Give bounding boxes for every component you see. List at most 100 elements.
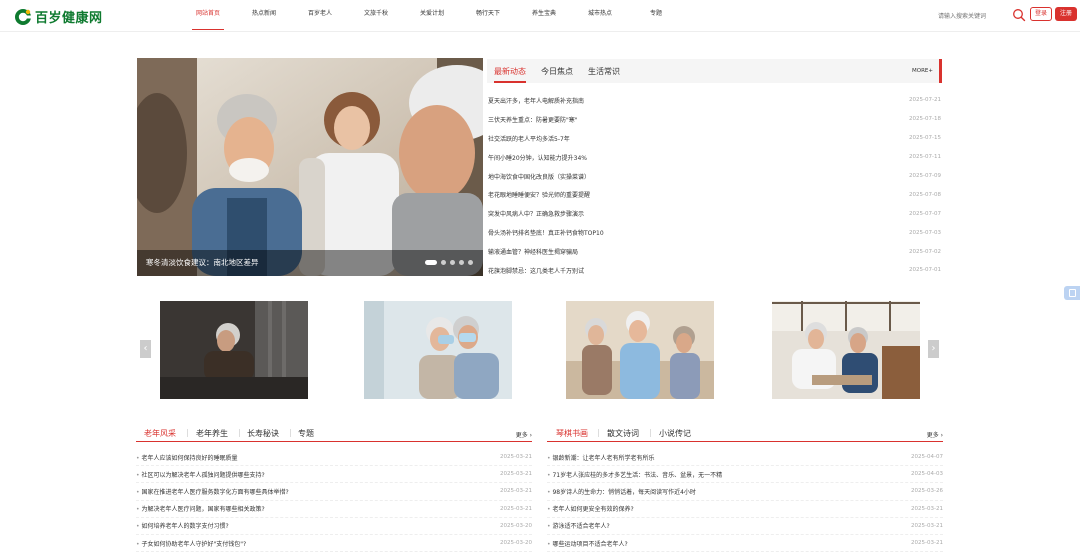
- carousel-thumbnail[interactable]: [364, 301, 512, 399]
- list-item[interactable]: 银龄新潮：让老年人老有所学老有所乐 2025-04-07: [547, 449, 943, 467]
- section-more-link[interactable]: 更多 ›: [516, 430, 532, 439]
- article-title[interactable]: 银龄新潮：让老年人老有所学老有所乐: [547, 453, 654, 462]
- list-item[interactable]: 哪些运动项目不适合老年人? 2025-03-21: [547, 535, 943, 552]
- article-date: 2025-03-20: [500, 522, 532, 529]
- list-item[interactable]: 花旗泡脚禁忌：这几类老人千万别试 2025-07-01: [488, 261, 942, 280]
- slider-dot[interactable]: [459, 260, 464, 265]
- list-item[interactable]: 午间小睡20分钟，认知能力提升34% 2025-07-11: [488, 148, 942, 167]
- slider-dot[interactable]: [450, 260, 455, 265]
- tab-arts[interactable]: 琴棋书画: [556, 428, 588, 439]
- nav-item-travel[interactable]: 畅行天下: [460, 0, 516, 32]
- article-title[interactable]: 71岁老人张应桂的多才多艺生活：书法、音乐、盆景，无一不精: [547, 470, 722, 479]
- search-input[interactable]: [938, 10, 1008, 22]
- site-header: 百岁健康网 网站首页 热点新闻 百岁老人 文旅千秋 关爱计划 畅行天下 养生宝典…: [0, 0, 1080, 32]
- list-item[interactable]: 71岁老人张应桂的多才多艺生活：书法、音乐、盆景，无一不精 2025-04-03: [547, 466, 943, 484]
- floating-feedback-button[interactable]: [1064, 286, 1080, 300]
- list-item[interactable]: 如何培养老年人的数字支付习惯? 2025-03-20: [136, 518, 532, 535]
- tab-today-focus[interactable]: 今日焦点: [541, 66, 573, 77]
- carousel-prev-button[interactable]: ‹: [140, 340, 151, 358]
- list-item[interactable]: 游泳适不适合老年人? 2025-03-21: [547, 518, 943, 535]
- news-title[interactable]: 输液通血管？神经科医生揭穿骗局: [488, 247, 578, 256]
- news-date: 2025-07-02: [909, 248, 941, 255]
- list-item[interactable]: 地中海饮食中国化改良版（实操菜谱） 2025-07-09: [488, 167, 942, 186]
- article-title[interactable]: 老年人应该如何保持良好的睡眠质量: [136, 453, 237, 462]
- section-senior-style: 老年风采 老年养生 长寿秘诀 专题 更多 › 老年人应该如何保持良好的睡眠质量 2…: [136, 424, 532, 552]
- article-date: 2025-03-26: [911, 488, 943, 495]
- list-item[interactable]: 98岁诗人的生命力：悄悄话着，每天阅读写作近4小时 2025-03-26: [547, 483, 943, 501]
- nav-item-centenarians[interactable]: 百岁老人: [292, 0, 348, 32]
- article-title[interactable]: 国家在推进老年人医疗服务数字化方面有哪些具体举措?: [136, 487, 288, 496]
- tab-divider: [290, 429, 291, 437]
- article-title[interactable]: 哪些运动项目不适合老年人?: [547, 539, 627, 548]
- list-item[interactable]: 国家在推进老年人医疗服务数字化方面有哪些具体举措? 2025-03-21: [136, 483, 532, 501]
- list-item[interactable]: 三伏天养生重点：防暑更要防"寒" 2025-07-18: [488, 110, 942, 129]
- nav-item-care-plan[interactable]: 关爱计划: [404, 0, 460, 32]
- document-icon: [1069, 289, 1076, 297]
- list-item[interactable]: 骨头汤补钙排名垫底！真正补钙食物TOP10 2025-07-03: [488, 223, 942, 242]
- tab-novels-biography[interactable]: 小说传记: [659, 428, 691, 439]
- news-title[interactable]: 骨头汤补钙排名垫底！真正补钙食物TOP10: [488, 228, 604, 237]
- carousel-thumbnail[interactable]: [772, 301, 920, 399]
- tab-senior-wellness[interactable]: 老年养生: [196, 428, 228, 439]
- news-title[interactable]: 花旗泡脚禁忌：这几类老人千万别试: [488, 266, 584, 275]
- hero-caption[interactable]: 寒冬清淡饮食建议：南北地区差异: [146, 257, 259, 268]
- news-title[interactable]: 夏天出汗多，老年人电解质补充指南: [488, 96, 584, 105]
- article-date: 2025-03-21: [500, 505, 532, 512]
- news-title[interactable]: 老花眼地睡睡便安？验光师的重要提醒: [488, 190, 590, 199]
- slider-dot[interactable]: [441, 260, 446, 265]
- list-item[interactable]: 突发中风病人中？正确急救步骤演示 2025-07-07: [488, 204, 942, 223]
- nav-item-culture-travel[interactable]: 文旅千秋: [348, 0, 404, 32]
- thumbnail-image: [160, 301, 308, 399]
- nav-item-topics[interactable]: 专题: [628, 0, 684, 32]
- carousel-thumbnail[interactable]: [160, 301, 308, 399]
- news-more-link[interactable]: MORE+: [912, 68, 933, 74]
- slider-dot[interactable]: [425, 260, 437, 265]
- news-title[interactable]: 突发中风病人中？正确急救步骤演示: [488, 209, 584, 218]
- article-date: 2025-04-03: [911, 471, 943, 478]
- tab-senior-style[interactable]: 老年风采: [144, 428, 176, 439]
- article-title[interactable]: 子女如何协助老年人守护好"支付钱包"?: [136, 539, 246, 548]
- list-item[interactable]: 夏天出汗多，老年人电解质补充指南 2025-07-21: [488, 91, 942, 110]
- article-title[interactable]: 老年人如何更安全有效的保养?: [547, 504, 633, 513]
- article-title[interactable]: 98岁诗人的生命力：悄悄话着，每天阅读写作近4小时: [547, 487, 695, 496]
- nav-item-home[interactable]: 网站首页: [180, 0, 236, 32]
- carousel-next-button[interactable]: ›: [928, 340, 939, 358]
- nav-item-city-hotspots[interactable]: 城市热点: [572, 0, 628, 32]
- article-title[interactable]: 为解决老年人医疗问题，国家有哪些相关政策?: [136, 504, 264, 513]
- section-more-link[interactable]: 更多 ›: [927, 430, 943, 439]
- list-item[interactable]: 老花眼地睡睡便安？验光师的重要提醒 2025-07-08: [488, 185, 942, 204]
- news-title[interactable]: 社交活跃的老人平均多活5-7年: [488, 134, 570, 143]
- list-item[interactable]: 输液通血管？神经科医生揭穿骗局 2025-07-02: [488, 242, 942, 261]
- carousel-thumbnail[interactable]: [566, 301, 714, 399]
- hero-slider[interactable]: 寒冬清淡饮食建议：南北地区差异: [137, 58, 483, 276]
- register-button[interactable]: 注册: [1055, 7, 1077, 21]
- tab-prose-poetry[interactable]: 散文诗词: [607, 428, 639, 439]
- list-item[interactable]: 子女如何协助老年人守护好"支付钱包"? 2025-03-20: [136, 535, 532, 552]
- nav-item-wellness[interactable]: 养生宝典: [516, 0, 572, 32]
- search-icon[interactable]: [1012, 8, 1026, 22]
- nav-item-hot-news[interactable]: 热点新闻: [236, 0, 292, 32]
- news-title[interactable]: 午间小睡20分钟，认知能力提升34%: [488, 153, 587, 162]
- slider-dot[interactable]: [468, 260, 473, 265]
- article-title[interactable]: 社区可以为解决老年人孤独问题提供哪些支持?: [136, 470, 264, 479]
- hero-image: [137, 58, 483, 276]
- tab-life-tips[interactable]: 生活常识: [588, 66, 620, 77]
- news-title[interactable]: 地中海饮食中国化改良版（实操菜谱）: [488, 172, 590, 181]
- list-item[interactable]: 老年人如何更安全有效的保养? 2025-03-21: [547, 501, 943, 518]
- news-date: 2025-07-18: [909, 116, 941, 123]
- list-item[interactable]: 为解决老年人医疗问题，国家有哪些相关政策? 2025-03-21: [136, 501, 532, 518]
- tab-longevity-secrets[interactable]: 长寿秘诀: [247, 428, 279, 439]
- list-item[interactable]: 社区可以为解决老年人孤独问题提供哪些支持? 2025-03-21: [136, 466, 532, 484]
- article-date: 2025-04-07: [911, 454, 943, 461]
- section-arts: 琴棋书画 散文诗词 小说传记 更多 › 银龄新潮：让老年人老有所学老有所乐 202…: [547, 424, 943, 552]
- tab-topics[interactable]: 专题: [298, 428, 314, 439]
- site-logo[interactable]: 百岁健康网: [14, 7, 103, 26]
- login-button[interactable]: 登录: [1030, 7, 1052, 21]
- news-date: 2025-07-11: [909, 154, 941, 161]
- article-title[interactable]: 如何培养老年人的数字支付习惯?: [136, 521, 228, 530]
- list-item[interactable]: 社交活跃的老人平均多活5-7年 2025-07-15: [488, 129, 942, 148]
- tab-latest[interactable]: 最新动态: [494, 66, 526, 83]
- article-title[interactable]: 游泳适不适合老年人?: [547, 521, 609, 530]
- list-item[interactable]: 老年人应该如何保持良好的睡眠质量 2025-03-21: [136, 449, 532, 467]
- news-title[interactable]: 三伏天养生重点：防暑更要防"寒": [488, 115, 578, 124]
